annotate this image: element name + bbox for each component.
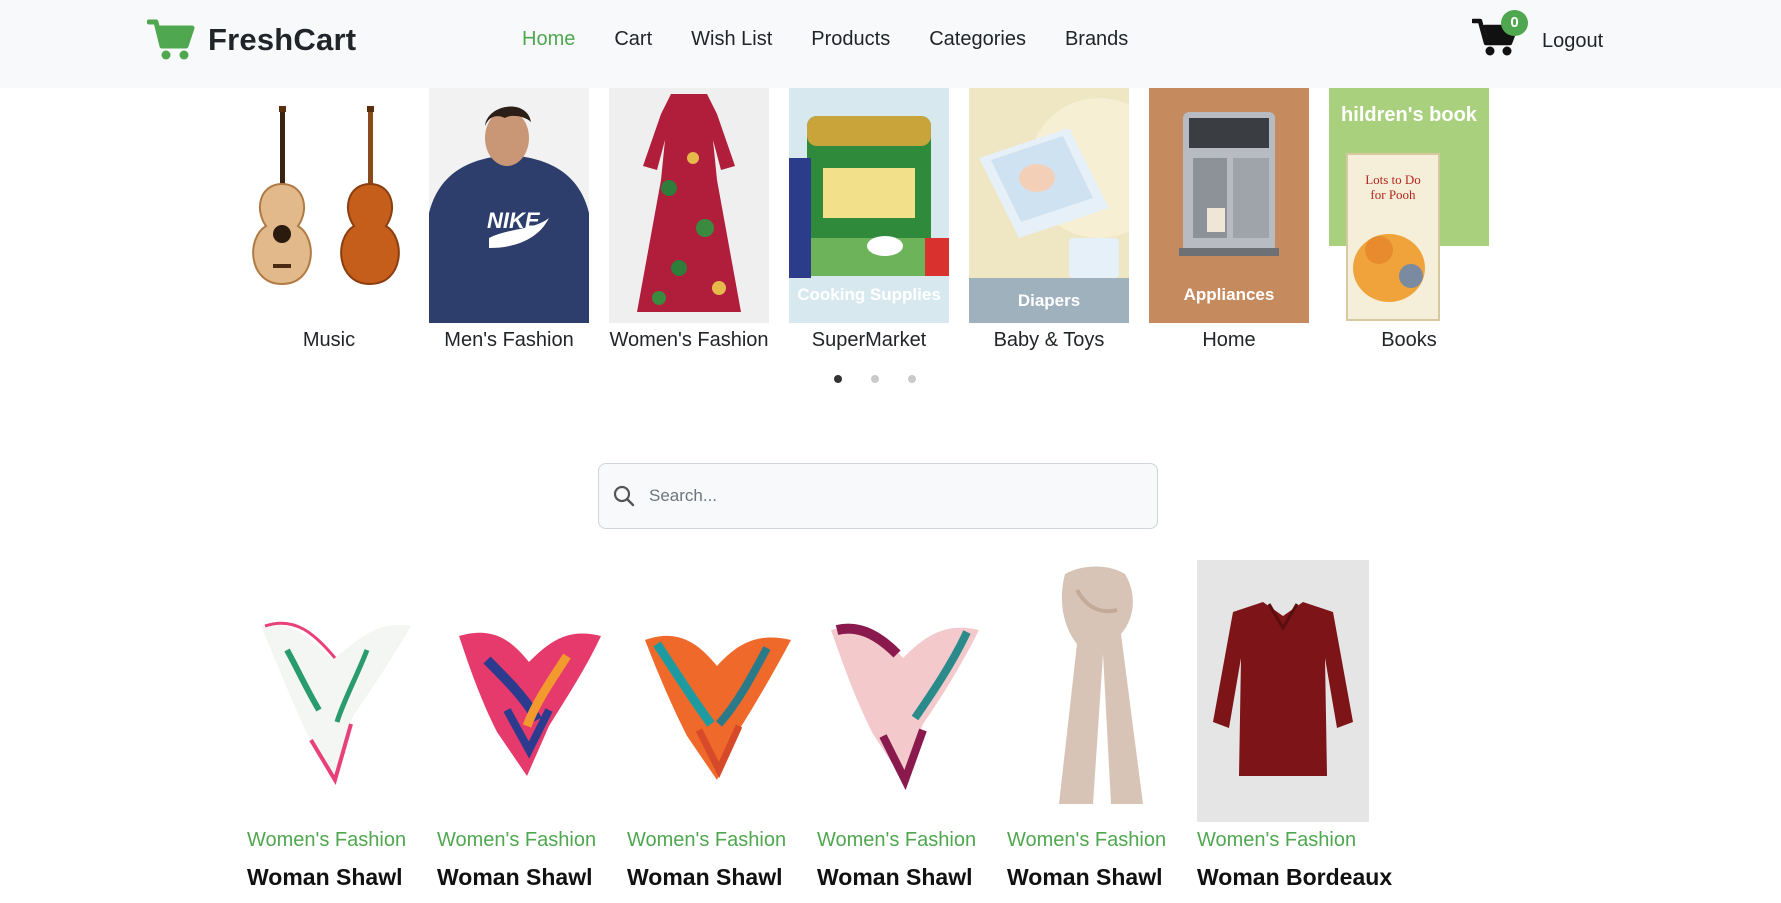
product-title: Woman Shawl [437, 864, 593, 890]
nav-link-wish-list[interactable]: Wish List [691, 28, 772, 51]
product-title: Woman Bordeaux [1197, 864, 1393, 890]
product-category: Women's Fashion [627, 829, 787, 851]
category-label: Music [302, 329, 356, 351]
category-image [249, 88, 409, 323]
category-books[interactable]: Lots to Do for Pooh hildren's book Books [1329, 88, 1489, 352]
category-label: Men's Fashion [444, 329, 574, 351]
nav-link-brands[interactable]: Brands [1065, 28, 1128, 51]
category-label: Home [1202, 329, 1256, 351]
logout-link[interactable]: Logout [1542, 30, 1603, 53]
category-music[interactable]: Music [249, 88, 409, 352]
nav-link-categories[interactable]: Categories [929, 28, 1026, 51]
category-womens-fashion[interactable]: Women's Fashion [609, 88, 769, 352]
product-image [247, 560, 429, 822]
product-image [437, 560, 619, 822]
nav-right: 0 Logout [1472, 10, 1603, 60]
search-input[interactable] [649, 486, 1129, 506]
product-card[interactable]: Women's Fashion Woman Shawl [1007, 560, 1189, 890]
category-overlay-text: Diapers [1017, 291, 1081, 310]
category-baby-toys[interactable]: Diapers Baby & Toys [969, 88, 1129, 352]
slider-dot-3[interactable] [908, 375, 916, 383]
category-label: SuperMarket [811, 329, 927, 351]
cart-count-badge: 0 [1501, 10, 1528, 36]
category-image: Lots to Do for Pooh hildren's book [1329, 88, 1489, 323]
product-category: Women's Fashion [1197, 829, 1357, 851]
svg-text:Lots to Do: Lots to Do [1365, 172, 1421, 187]
product-title: Woman Shawl [817, 864, 973, 890]
slider-dot-1[interactable] [834, 375, 842, 383]
category-home[interactable]: Appliances Home [1149, 88, 1309, 352]
product-image [1197, 560, 1369, 822]
category-overlay-text: hildren's book [1341, 104, 1477, 126]
product-card[interactable]: Women's Fashion Woman Shawl [627, 560, 809, 890]
search-box [598, 463, 1158, 529]
category-mens-fashion[interactable]: NIKE Men's Fashion [429, 88, 589, 352]
product-card[interactable]: Women's Fashion Woman Shawl [437, 560, 619, 890]
category-overlay-text: Cooking Supplies [797, 285, 941, 304]
category-supermarket[interactable]: Cooking Supplies SuperMarket [789, 88, 949, 352]
product-card[interactable]: Women's Fashion Woman Bordeaux [1197, 560, 1392, 890]
category-image: Cooking Supplies [789, 88, 949, 323]
category-image [609, 88, 769, 323]
nav-link-home[interactable]: Home [522, 28, 575, 51]
svg-text:NIKE: NIKE [487, 208, 541, 233]
product-card[interactable]: Women's Fashion Woman Shawl [247, 560, 429, 890]
product-category: Women's Fashion [1007, 829, 1167, 851]
product-card[interactable]: Women's Fashion Woman Shawl [817, 560, 999, 890]
product-image [817, 560, 999, 822]
nav-link-cart[interactable]: Cart [614, 28, 652, 51]
product-title: Woman Shawl [1007, 864, 1163, 890]
search-icon [613, 485, 635, 507]
product-category: Women's Fashion [817, 829, 977, 851]
category-image: NIKE [429, 88, 589, 323]
category-slider[interactable]: Music NIKE Men's Fashion Women's Fashion… [249, 88, 1499, 358]
slider-dot-2[interactable] [871, 375, 879, 383]
product-category: Women's Fashion [247, 829, 407, 851]
category-image: Diapers [969, 88, 1129, 323]
cart-button[interactable]: 0 [1472, 10, 1528, 60]
category-label: Baby & Toys [993, 329, 1105, 351]
category-image: Appliances [1149, 88, 1309, 323]
product-category: Women's Fashion [437, 829, 597, 851]
category-label: Books [1381, 329, 1437, 351]
product-image [1007, 560, 1189, 822]
nav-link-products[interactable]: Products [811, 28, 890, 51]
nav-links: Home Cart Wish List Products Categories … [522, 28, 1167, 51]
navbar: FreshCart Home Cart Wish List Products C… [0, 0, 1781, 88]
product-title: Woman Shawl [247, 864, 403, 890]
product-image [627, 560, 809, 822]
svg-text:for Pooh: for Pooh [1370, 187, 1416, 202]
brand-name: FreshCart [208, 22, 357, 57]
product-grid: Women's Fashion Woman Shawl Women's Fash… [247, 560, 1547, 903]
cart-logo-icon [147, 19, 195, 60]
brand-logo[interactable]: FreshCart [147, 18, 356, 62]
category-overlay-text: Appliances [1183, 285, 1275, 304]
slider-dots [834, 375, 945, 383]
product-title: Woman Shawl [627, 864, 783, 890]
category-label: Women's Fashion [609, 329, 769, 351]
